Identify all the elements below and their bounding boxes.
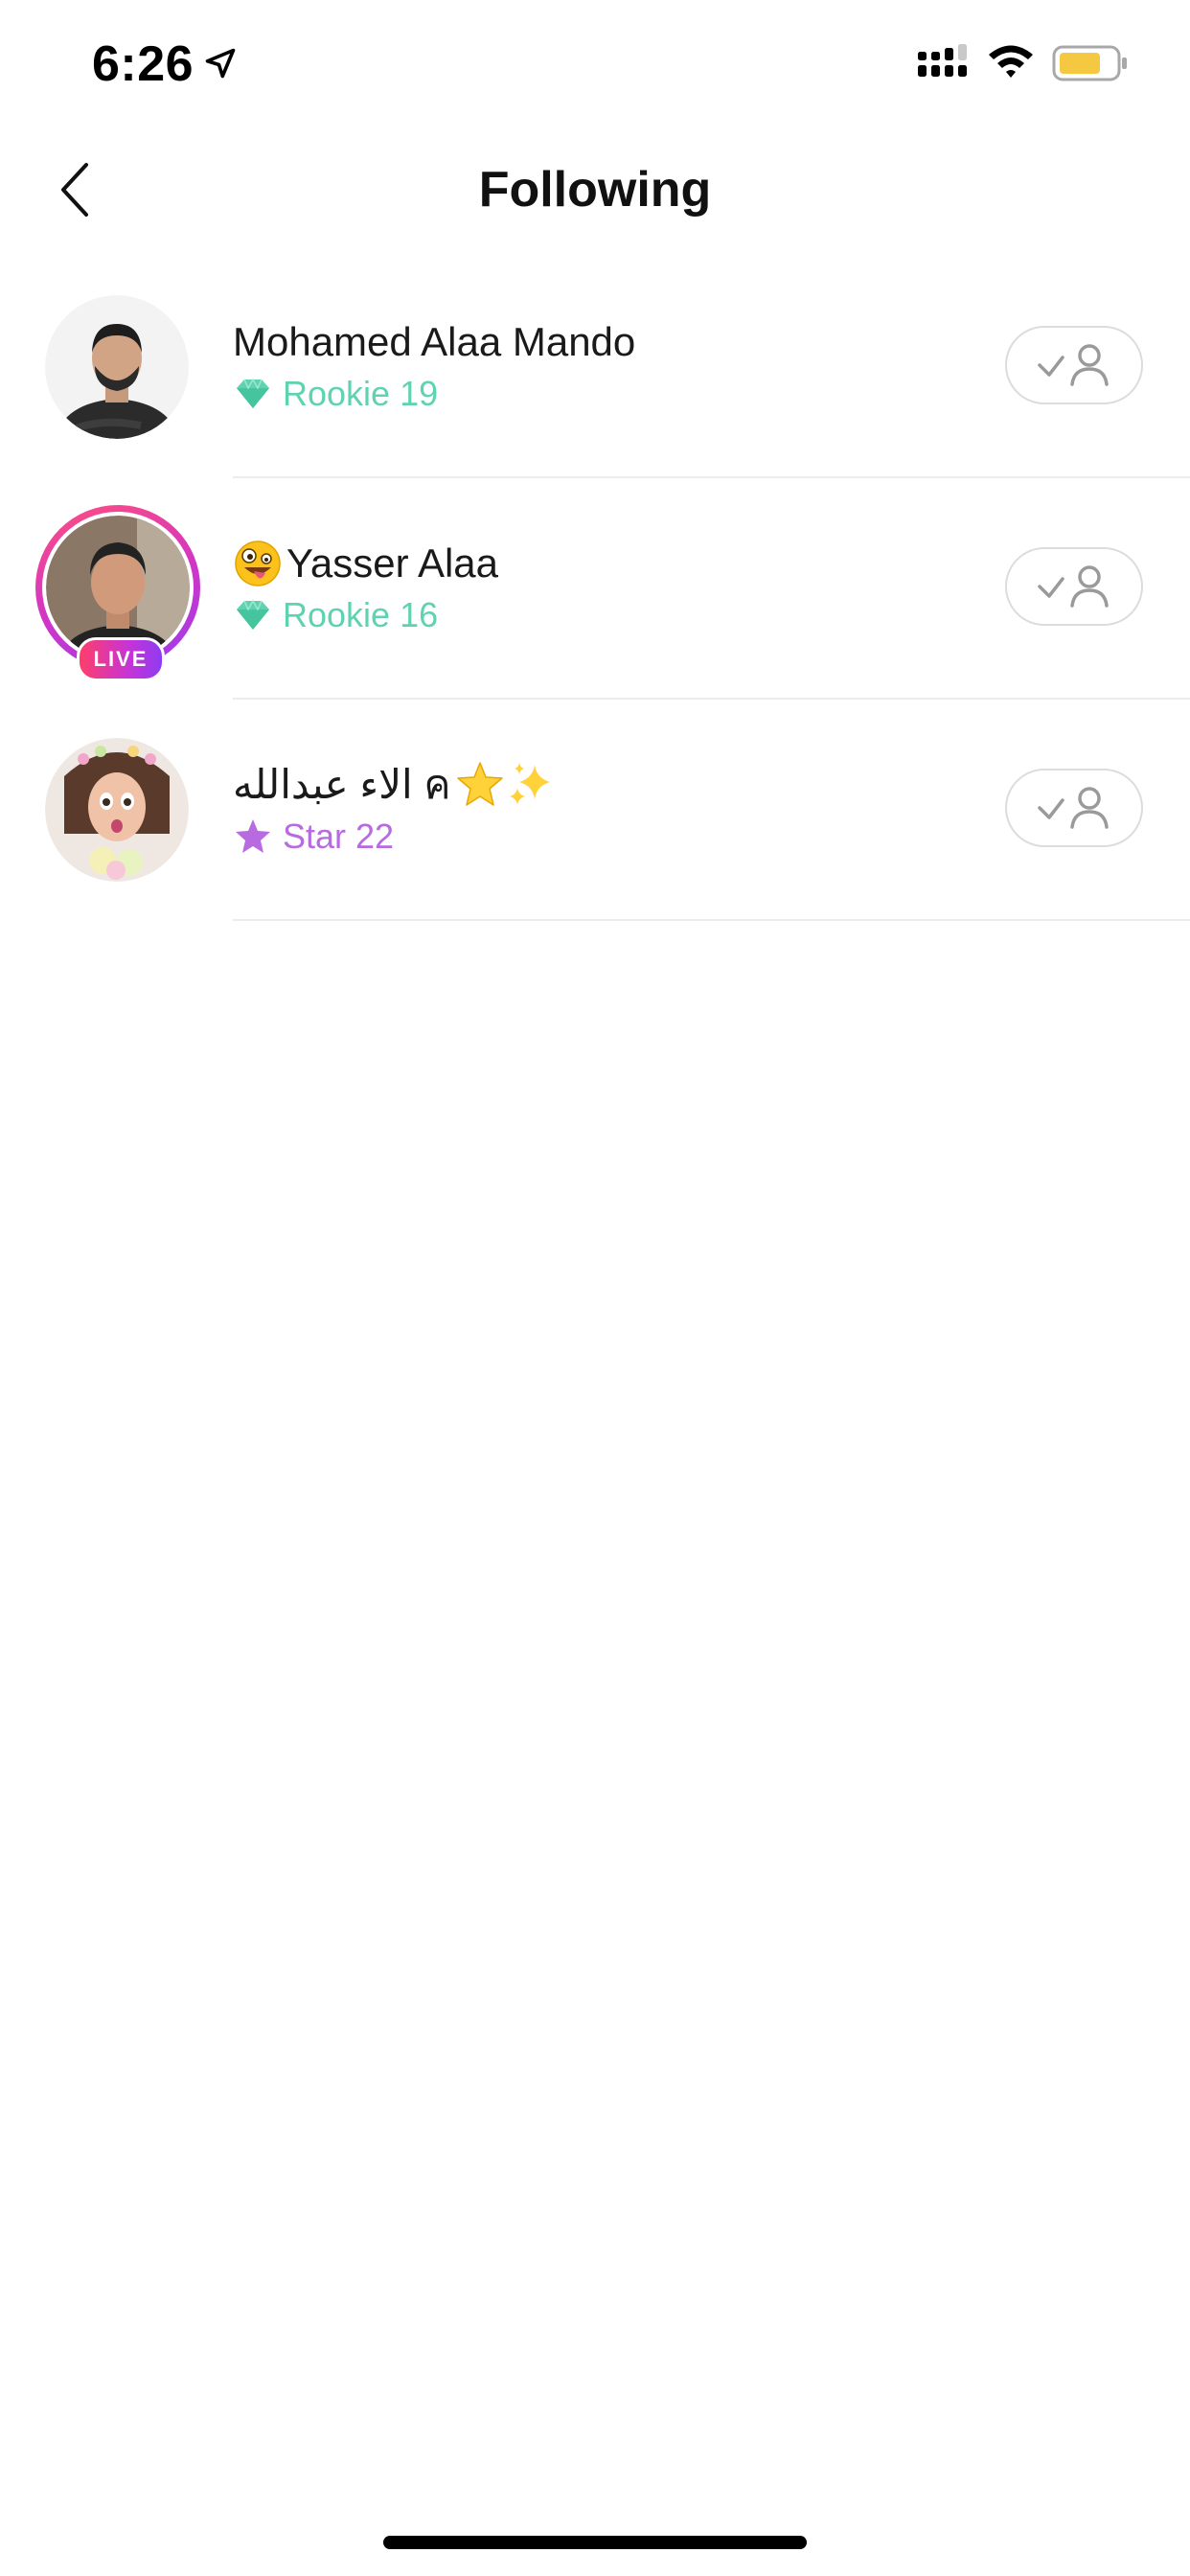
battery-icon bbox=[1052, 45, 1127, 81]
user-name[interactable]: Yasser Alaa bbox=[233, 538, 961, 589]
user-level-text: Rookie 19 bbox=[283, 374, 439, 413]
user-name-text: Mohamed Alaa Mando bbox=[233, 319, 636, 364]
user-info: Mohamed Alaa Mando Rookie 19 bbox=[233, 316, 961, 418]
name-suffix-emojis bbox=[454, 759, 558, 811]
star-icon bbox=[236, 819, 270, 853]
following-button[interactable] bbox=[1005, 769, 1143, 847]
user-name-text: الاء عبدالله ค bbox=[233, 762, 451, 807]
following-button[interactable] bbox=[1005, 547, 1143, 626]
user-name[interactable]: الاء عبدالله ค bbox=[233, 759, 961, 811]
user-info: Yasser Alaa Rookie 16 bbox=[233, 538, 961, 639]
following-check-user-icon bbox=[1038, 565, 1109, 608]
following-button[interactable] bbox=[1005, 326, 1143, 404]
diamond-icon bbox=[237, 599, 269, 630]
following-check-user-icon bbox=[1038, 344, 1109, 386]
user-info: الاء عبدالله ค Star 22 bbox=[233, 759, 961, 861]
user-level: Star 22 bbox=[233, 813, 961, 861]
sparkles-emoji-icon bbox=[510, 763, 551, 805]
following-check-user-icon bbox=[1038, 787, 1109, 829]
divider bbox=[233, 919, 1190, 921]
user-level-text: Star 22 bbox=[283, 816, 395, 856]
list-item[interactable]: Mohamed Alaa Mando Rookie 19 bbox=[0, 257, 1190, 478]
following-list: Mohamed Alaa Mando Rookie 19 LIVE Yasser… bbox=[0, 257, 1190, 921]
user-name-text: Yasser Alaa bbox=[286, 540, 499, 586]
zany-face-emoji-icon bbox=[235, 540, 281, 586]
user-level: Rookie 16 bbox=[233, 591, 961, 639]
live-badge: LIVE bbox=[77, 637, 165, 681]
user-level: Rookie 19 bbox=[233, 370, 961, 418]
user-name[interactable]: Mohamed Alaa Mando bbox=[233, 316, 961, 368]
list-item[interactable]: الاء عبدالله ค Star 22 bbox=[0, 700, 1190, 921]
page-title: Following bbox=[478, 162, 712, 218]
star-emoji-icon bbox=[457, 762, 504, 806]
avatar[interactable] bbox=[45, 738, 189, 882]
avatar[interactable] bbox=[45, 295, 189, 439]
home-indicator[interactable] bbox=[383, 2536, 807, 2549]
user-level-text: Rookie 16 bbox=[283, 595, 439, 634]
status-bar: 6:26 bbox=[0, 0, 1190, 128]
cellular-signal-icon bbox=[918, 44, 967, 77]
location-arrow-icon bbox=[205, 48, 236, 79]
avatar-container[interactable] bbox=[45, 738, 189, 882]
nav-bar: Following bbox=[0, 128, 1190, 253]
diamond-icon bbox=[237, 378, 269, 408]
avatar-container-live[interactable]: LIVE bbox=[35, 505, 200, 681]
status-time: 6:26 bbox=[92, 36, 195, 92]
wifi-icon bbox=[989, 45, 1033, 78]
avatar-container[interactable] bbox=[45, 295, 189, 439]
list-item[interactable]: LIVE Yasser Alaa Rookie 16 bbox=[0, 478, 1190, 700]
